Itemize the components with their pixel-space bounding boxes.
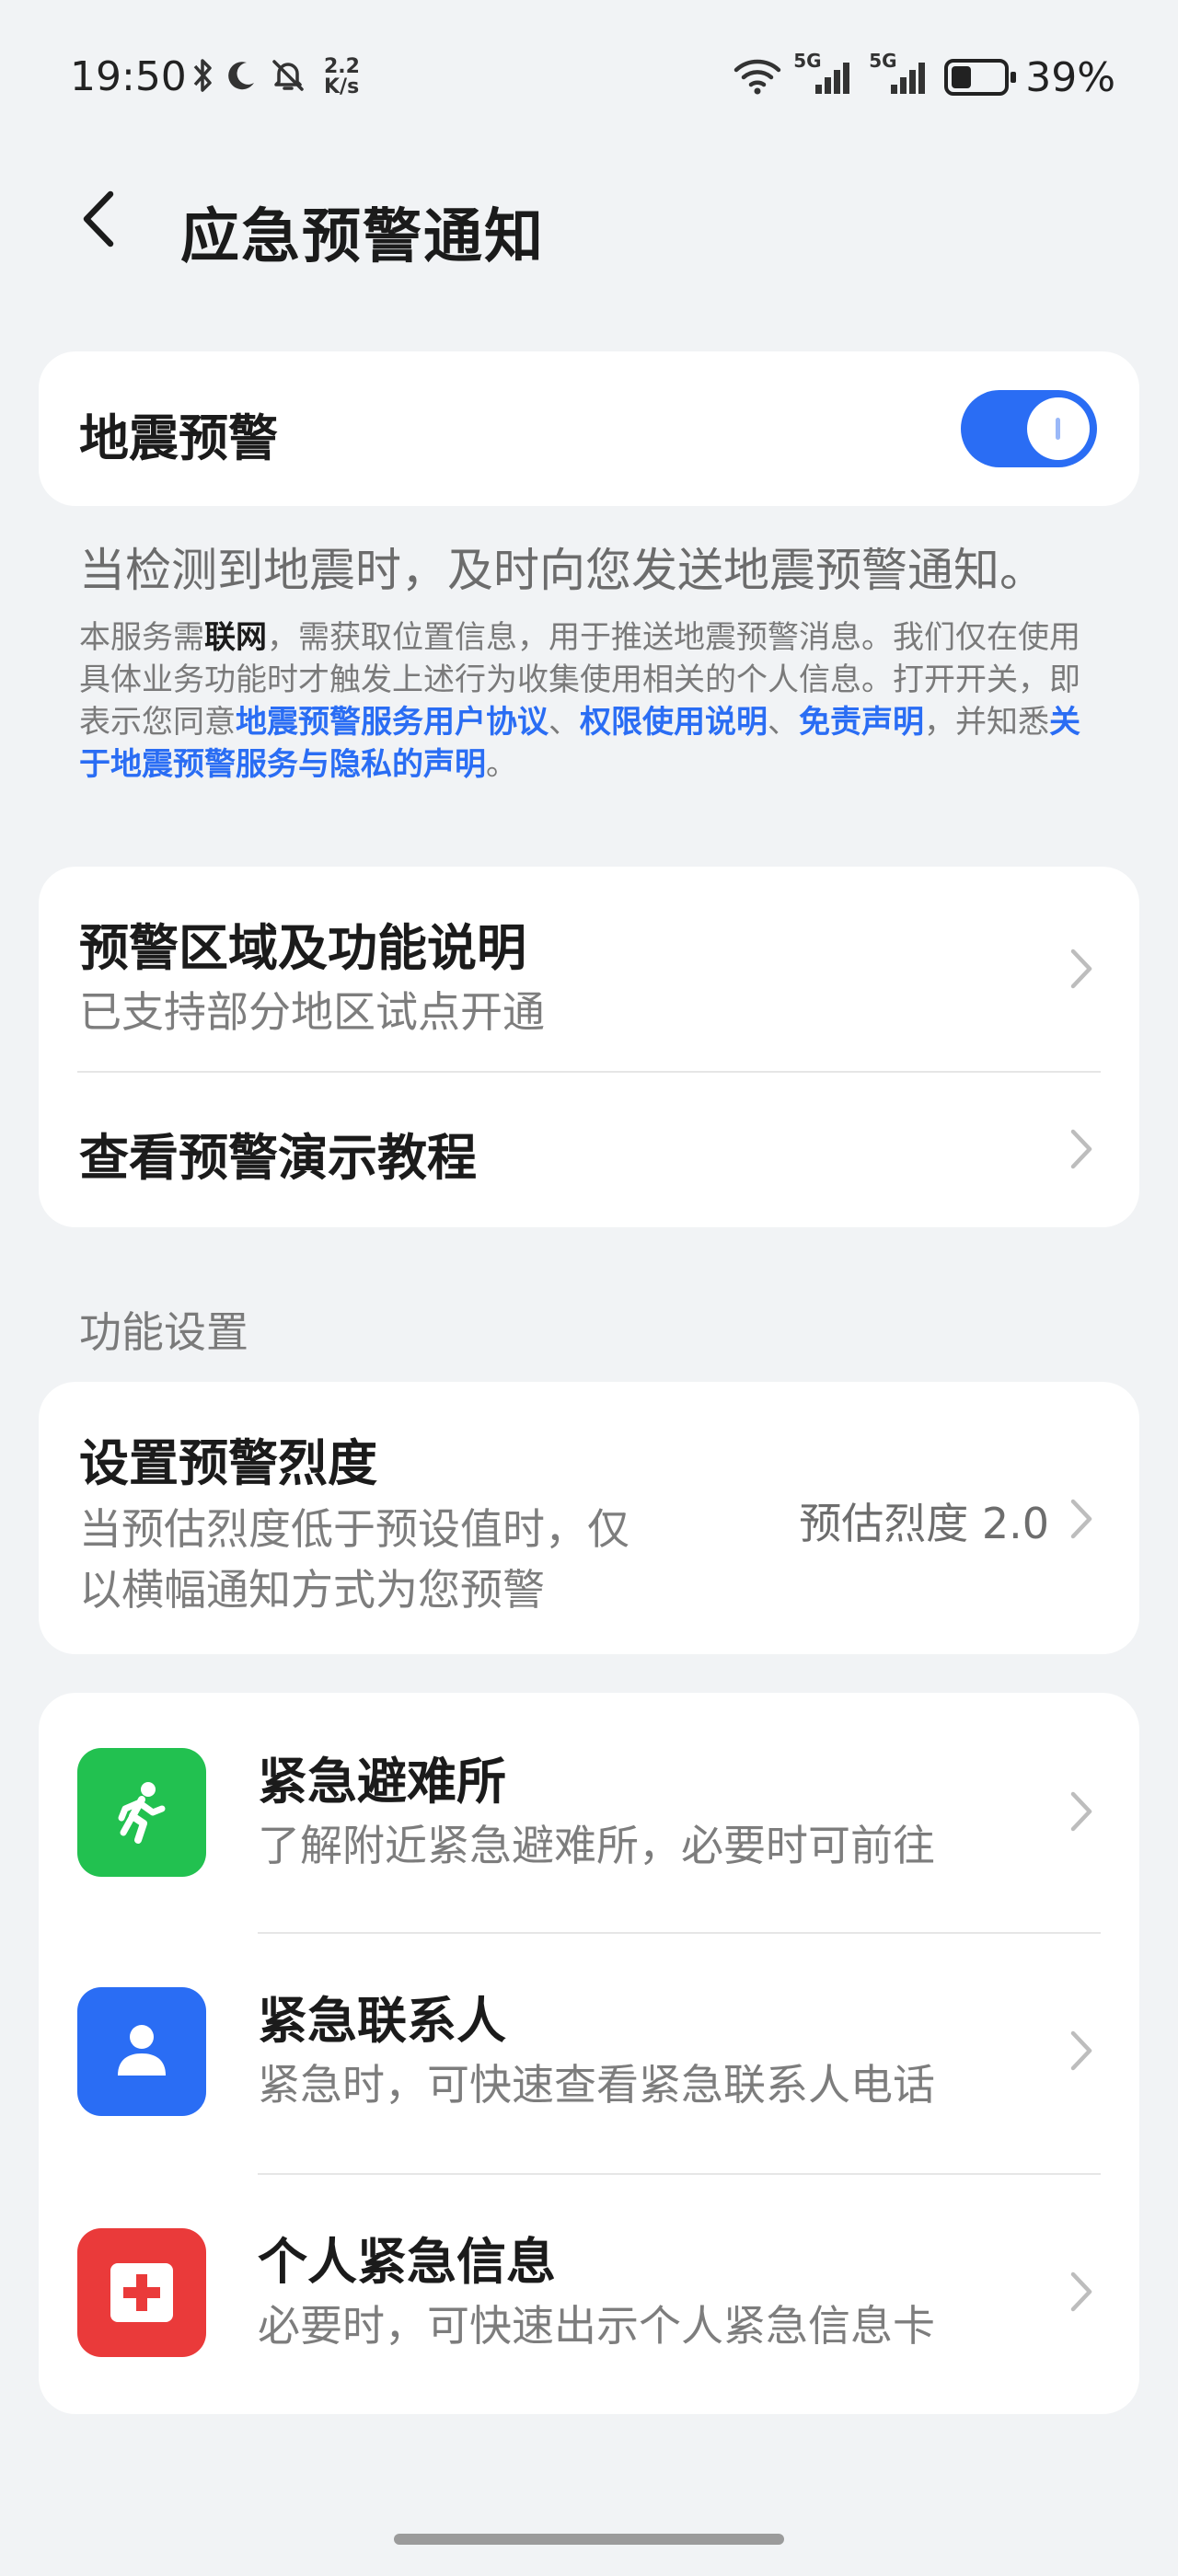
wifi-icon	[733, 55, 782, 99]
network-speed-value: 2.2	[324, 55, 360, 78]
intensity-title: 设置预警烈度	[79, 1434, 377, 1492]
moon-icon	[223, 57, 260, 98]
signal-icon: 5G	[869, 50, 933, 98]
bluetooth-icon	[191, 57, 214, 98]
page: 19:50 2.2 K/s 5G 5G 39% 应急预警通知 地震预警 当检测到…	[0, 0, 1178, 2576]
personal-info-title: 个人紧急信息	[258, 2233, 556, 2291]
intensity-description-line2: 以横幅通知方式为您预警	[79, 1565, 545, 1615]
network-speed: 2.2 K/s	[324, 57, 360, 98]
chevron-right-icon	[1068, 1788, 1095, 1834]
earthquake-alert-card: 地震预警	[39, 351, 1139, 506]
legal-text: 。	[486, 746, 517, 783]
personal-info-subtitle: 必要时，可快速出示个人紧急信息卡	[258, 2301, 935, 2351]
legal-network-text: 联网	[204, 619, 267, 656]
chevron-right-icon	[1068, 1496, 1095, 1542]
back-button[interactable]	[77, 184, 151, 258]
shelter-title: 紧急避难所	[258, 1753, 506, 1811]
demo-tutorial-title: 查看预警演示教程	[79, 1129, 477, 1187]
warning-area-row[interactable]: 预警区域及功能说明 已支持部分地区试点开通	[39, 867, 1139, 1071]
battery-percent: 39%	[1025, 53, 1115, 101]
info-card: 预警区域及功能说明 已支持部分地区试点开通 查看预警演示教程	[39, 867, 1139, 1227]
legal-text: 本服务需	[79, 619, 204, 656]
network-speed-unit: K/s	[324, 75, 360, 98]
bell-off-icon	[269, 56, 307, 98]
warning-area-title: 预警区域及功能说明	[79, 919, 526, 977]
section-label: 功能设置	[79, 1307, 248, 1357]
chevron-right-icon	[1068, 1126, 1095, 1172]
medical-cross-icon	[77, 2228, 206, 2357]
toggle-knob	[1027, 397, 1090, 460]
chevron-right-icon	[1068, 2028, 1095, 2074]
legal-text: ，并知悉	[924, 704, 1049, 741]
status-bar: 19:50 2.2 K/s 5G 5G 39%	[0, 0, 1178, 156]
status-icons-left: 2.2 K/s	[191, 55, 360, 99]
chevron-right-icon	[1068, 2269, 1095, 2315]
intensity-value: 预估烈度 2.0	[799, 1499, 1049, 1548]
emergency-card: 紧急避难所 了解附近紧急避难所，必要时可前往 紧急联系人 紧急时，可快速查看紧急…	[39, 1693, 1139, 2414]
shelter-row[interactable]: 紧急避难所 了解附近紧急避难所，必要时可前往	[39, 1693, 1139, 1932]
running-person-icon	[77, 1748, 206, 1877]
home-indicator[interactable]	[394, 2534, 784, 2545]
legal-separator: 、	[549, 704, 580, 741]
demo-tutorial-row[interactable]: 查看预警演示教程	[39, 1073, 1139, 1227]
battery-fill	[952, 66, 972, 88]
intensity-card[interactable]: 设置预警烈度 当预估烈度低于预设值时，仅 以横幅通知方式为您预警 预估烈度 2.…	[39, 1382, 1139, 1654]
header: 应急预警通知	[0, 166, 1178, 276]
earthquake-alert-label: 地震预警	[79, 409, 278, 467]
legal-notice: 本服务需联网，需获取位置信息，用于推送地震预警消息。我们仅在使用具体业务功能时才…	[79, 616, 1110, 786]
emergency-contact-title: 紧急联系人	[258, 1992, 506, 2050]
earthquake-alert-toggle[interactable]	[961, 390, 1097, 467]
intensity-description-line1: 当预估烈度低于预设值时，仅	[79, 1504, 629, 1554]
status-icons-right: 5G 5G 39%	[733, 50, 1115, 103]
signal-icon: 5G	[793, 50, 858, 98]
personal-emergency-info-row[interactable]: 个人紧急信息 必要时，可快速出示个人紧急信息卡	[39, 2175, 1139, 2414]
chevron-left-icon	[77, 189, 118, 253]
user-agreement-link[interactable]: 地震预警服务用户协议	[236, 704, 549, 741]
emergency-contact-row[interactable]: 紧急联系人 紧急时，可快速查看紧急联系人电话	[39, 1934, 1139, 2173]
shelter-subtitle: 了解附近紧急避难所，必要时可前往	[258, 1821, 935, 1870]
network-type-2: 5G	[869, 50, 897, 72]
network-type-1: 5G	[793, 50, 822, 72]
chevron-right-icon	[1068, 946, 1095, 992]
status-time: 19:50	[70, 53, 187, 100]
legal-separator: 、	[768, 704, 799, 741]
permission-description-link[interactable]: 权限使用说明	[580, 704, 768, 741]
page-title: 应急预警通知	[180, 203, 545, 271]
emergency-contact-subtitle: 紧急时，可快速查看紧急联系人电话	[258, 2060, 935, 2110]
disclaimer-link[interactable]: 免责声明	[799, 704, 924, 741]
battery-icon	[944, 59, 1017, 96]
earthquake-alert-description: 当检测到地震时，及时向您发送地震预警通知。	[79, 544, 1045, 597]
person-icon	[77, 1987, 206, 2116]
warning-area-subtitle: 已支持部分地区试点开通	[79, 987, 545, 1037]
